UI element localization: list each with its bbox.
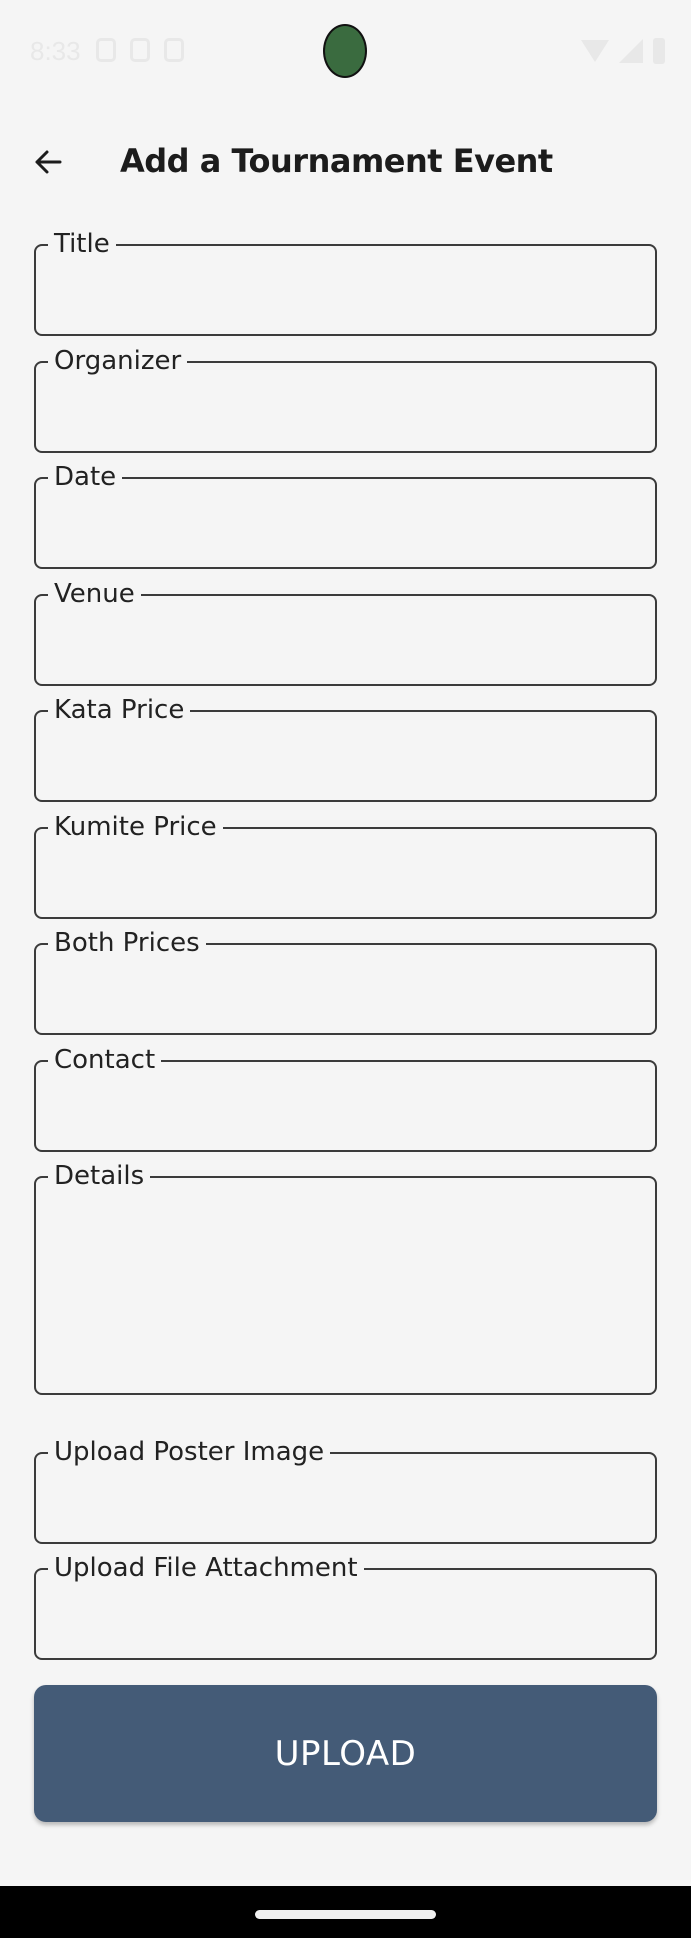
sim-card-icon [130,38,150,62]
system-icons [581,38,665,64]
venue-input[interactable] [54,620,637,662]
front-camera [323,24,367,78]
title-label: Title [48,229,116,259]
both-prices-field[interactable]: Both Prices [34,928,657,1035]
kumite-price-field[interactable]: Kumite Price [34,812,657,919]
wifi-icon [581,40,609,62]
venue-field[interactable]: Venue [34,579,657,686]
title-field[interactable]: Title [34,229,657,336]
organizer-field[interactable]: Organizer [34,346,657,453]
shield-icon [96,38,116,62]
notification-icons [96,38,184,62]
navigation-bar [0,1886,691,1938]
date-input[interactable] [54,503,637,545]
arrow-left-icon [35,150,62,174]
kumite-price-label: Kumite Price [48,812,223,842]
contact-field[interactable]: Contact [34,1045,657,1152]
status-bar: 8:33 [0,0,691,104]
upload-file-attachment-label: Upload File Attachment [48,1553,364,1583]
kumite-price-input[interactable] [54,853,637,895]
title-input[interactable] [54,270,637,312]
upload-poster-image-field[interactable]: Upload Poster Image [34,1437,657,1544]
both-prices-label: Both Prices [48,928,206,958]
upload-poster-image-label: Upload Poster Image [48,1437,331,1467]
details-textarea[interactable] [54,1202,637,1379]
contact-input[interactable] [54,1086,637,1128]
contact-label: Contact [48,1045,162,1075]
status-time: 8:33 [30,36,81,66]
battery-icon [653,38,665,64]
upload-file-attachment-field[interactable]: Upload File Attachment [34,1553,657,1660]
date-field[interactable]: Date [34,462,657,569]
upload-file-attachment-input[interactable] [54,1594,637,1636]
back-button[interactable] [26,140,70,184]
venue-label: Venue [48,579,141,609]
notification-icon [164,38,184,62]
home-gesture-handle[interactable] [255,1910,436,1919]
upload-poster-image-input[interactable] [54,1478,637,1520]
organizer-input[interactable] [54,387,637,429]
kata-price-label: Kata Price [48,695,191,725]
kata-price-field[interactable]: Kata Price [34,695,657,802]
page-title: Add a Tournament Event [120,142,553,180]
kata-price-input[interactable] [54,736,637,778]
details-field[interactable]: Details [34,1161,657,1395]
date-label: Date [48,462,123,492]
upload-button[interactable]: UPLOAD [34,1685,657,1822]
cellular-signal-icon [619,39,643,63]
organizer-label: Organizer [48,346,188,376]
details-label: Details [48,1161,151,1191]
both-prices-input[interactable] [54,969,637,1011]
app-bar: Add a Tournament Event [0,120,691,206]
